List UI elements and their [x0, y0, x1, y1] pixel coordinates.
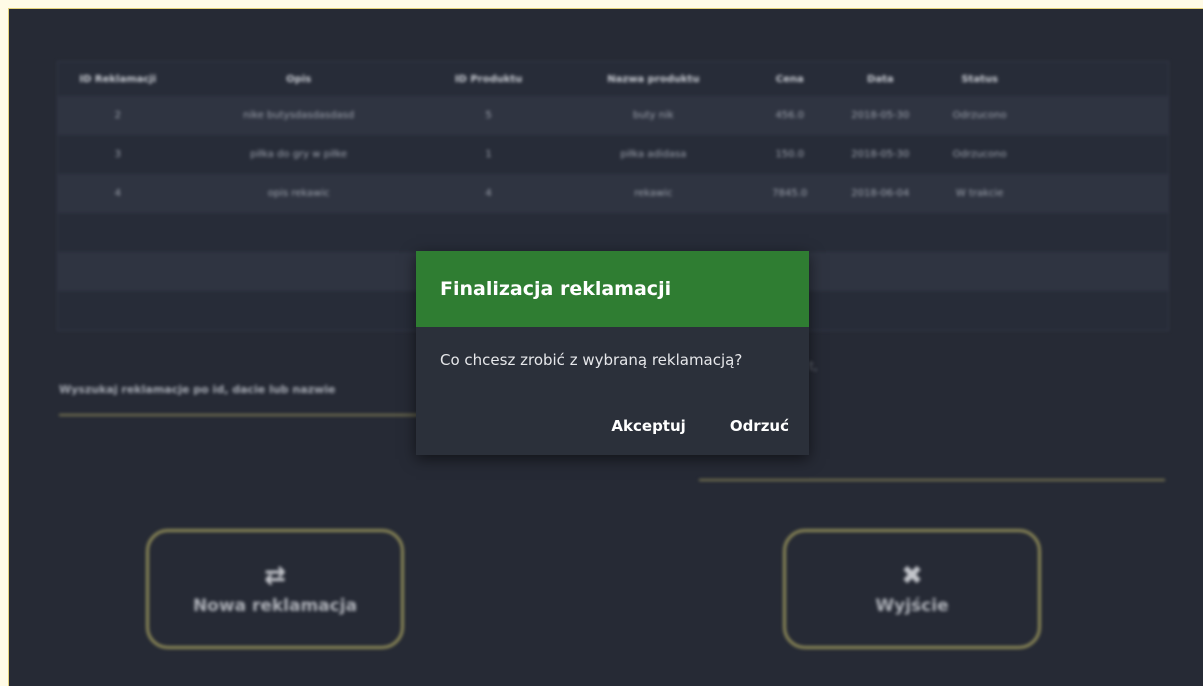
table-cell — [57, 213, 178, 252]
table-row[interactable]: 2 nike butysdasdasdasd 5 buty nik 456.0 2018-… — [57, 96, 1169, 135]
table-cell: 4 — [419, 174, 558, 213]
table-cell — [930, 291, 1029, 331]
table-cell — [177, 213, 420, 252]
table-cell: buty nik — [557, 96, 750, 135]
secondary-input-underline[interactable] — [699, 479, 1165, 481]
accept-button[interactable]: Akceptuj — [611, 417, 685, 435]
table-cell: 2018-05-30 — [830, 96, 931, 135]
table-cell: rekawic — [557, 174, 750, 213]
new-claim-label: Nowa reklamacja — [192, 596, 358, 616]
column-header-product-name[interactable]: Nazwa produktu — [557, 61, 750, 96]
reject-button[interactable]: Odrzuć — [730, 417, 789, 435]
table-cell — [749, 213, 831, 252]
table-cell — [930, 213, 1029, 252]
table-row[interactable]: 4 opis rekawic 4 rekawic 7845.0 2018-06-04 W t… — [57, 174, 1169, 213]
finalize-claim-dialog: Finalizacja reklamacji Co chcesz zrobić … — [416, 251, 809, 455]
search-input[interactable] — [59, 414, 419, 416]
table-cell: 2 — [57, 96, 178, 135]
column-header-product-id[interactable]: ID Produktu — [419, 61, 558, 96]
table-cell: 2018-05-30 — [830, 135, 931, 174]
table-cell — [57, 291, 178, 331]
column-header-status[interactable]: Status — [930, 61, 1029, 96]
swap-arrows-icon: ⇄ — [264, 561, 286, 591]
app-window: ID Reklamacji Opis ID Produktu Nazwa pro… — [8, 8, 1203, 686]
table-row[interactable]: 3 piłka do gry w piłke 1 piłka adidasa 150.0… — [57, 135, 1169, 174]
table-cell — [177, 291, 420, 331]
table-cell: 150.0 — [749, 135, 831, 174]
table-cell: 3 — [57, 135, 178, 174]
table-cell: nike butysdasdasdasd — [177, 96, 420, 135]
table-cell — [930, 252, 1029, 291]
dialog-message: Co chcesz zrobić z wybraną reklamacją? — [440, 351, 743, 369]
dialog-title: Finalizacja reklamacji — [440, 278, 672, 300]
search-label: Wyszukaj reklamacje po id, dacie lub naz… — [59, 383, 336, 396]
column-header-claim-id[interactable]: ID Reklamacji — [57, 61, 178, 96]
table-cell: 7845.0 — [749, 174, 831, 213]
dialog-actions: Akceptuj Odrzuć — [611, 417, 789, 435]
dialog-header: Finalizacja reklamacji — [416, 251, 809, 327]
table-cell: W trakcie — [930, 174, 1029, 213]
exit-button[interactable]: ✖ Wyjście — [783, 529, 1041, 649]
table-cell-spacer — [1028, 96, 1169, 135]
background-partial-text: t, — [809, 359, 818, 373]
table-cell-spacer — [1028, 174, 1169, 213]
table-cell-spacer — [1028, 252, 1169, 291]
table-cell — [557, 213, 750, 252]
table-cell — [177, 252, 420, 291]
table-cell: opis rekawic — [177, 174, 420, 213]
table-cell-spacer — [1028, 135, 1169, 174]
table-cell: 5 — [419, 96, 558, 135]
close-x-icon: ✖ — [901, 561, 923, 591]
column-header-description[interactable]: Opis — [177, 61, 420, 96]
table-cell: 2018-06-04 — [830, 174, 931, 213]
table-cell: Odrzucono — [930, 135, 1029, 174]
table-header-row: ID Reklamacji Opis ID Produktu Nazwa pro… — [57, 61, 1169, 96]
column-header-spacer — [1028, 61, 1169, 96]
table-cell: Odrzucono — [930, 96, 1029, 135]
column-header-price[interactable]: Cena — [749, 61, 831, 96]
table-cell — [830, 252, 931, 291]
table-cell: 4 — [57, 174, 178, 213]
new-claim-button[interactable]: ⇄ Nowa reklamacja — [146, 529, 404, 649]
table-cell — [419, 213, 558, 252]
table-cell — [57, 252, 178, 291]
table-cell: 1 — [419, 135, 558, 174]
table-cell — [830, 291, 931, 331]
exit-label: Wyjście — [875, 596, 949, 616]
table-cell: piłka adidasa — [557, 135, 750, 174]
table-cell — [830, 213, 931, 252]
column-header-date[interactable]: Data — [830, 61, 931, 96]
table-row[interactable] — [57, 213, 1169, 252]
table-cell-spacer — [1028, 213, 1169, 252]
table-cell-spacer — [1028, 291, 1169, 331]
table-cell: piłka do gry w piłke — [177, 135, 420, 174]
table-cell: 456.0 — [749, 96, 831, 135]
